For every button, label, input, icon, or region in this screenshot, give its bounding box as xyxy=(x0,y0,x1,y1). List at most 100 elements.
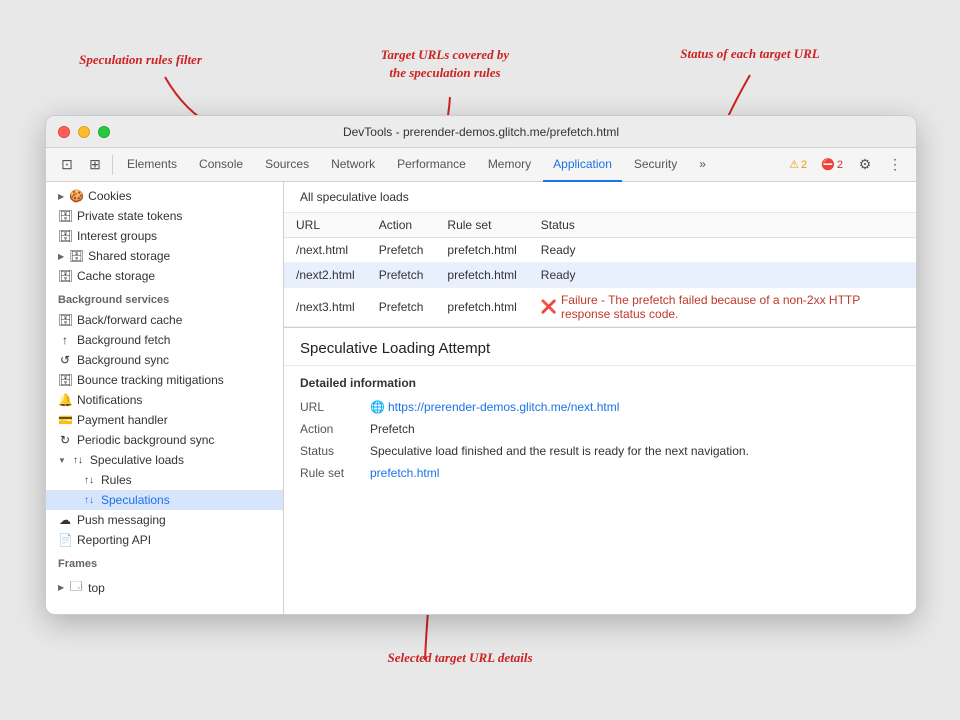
sidebar-label-interest-groups: Interest groups xyxy=(77,229,157,243)
tab-performance[interactable]: Performance xyxy=(387,148,476,182)
sidebar-item-frames-top[interactable]: ▶ 🗔 top xyxy=(46,574,283,601)
toolbar-separator xyxy=(112,155,113,175)
cell-action: Prefetch xyxy=(367,263,436,288)
sidebar-label-top: top xyxy=(88,581,105,595)
tab-console[interactable]: Console xyxy=(189,148,253,182)
speculations-icon: ↑↓ xyxy=(82,495,96,506)
settings-button[interactable]: ⚙ xyxy=(852,152,878,178)
sidebar-label-cache-storage: Cache storage xyxy=(77,269,155,283)
tab-memory[interactable]: Memory xyxy=(478,148,541,182)
all-speculative-loads-header: All speculative loads xyxy=(284,182,916,213)
sidebar-item-background-sync[interactable]: ↺ Background sync xyxy=(46,350,283,370)
cell-status: Ready xyxy=(529,238,916,263)
sidebar-item-back-forward-cache[interactable]: 🗄 Back/forward cache xyxy=(46,310,283,330)
sidebar-item-shared-storage[interactable]: ▶ 🗄 Shared storage xyxy=(46,246,283,266)
inspect-element-button[interactable]: ⊡ xyxy=(54,152,80,178)
cell-action: Prefetch xyxy=(367,238,436,263)
tab-security[interactable]: Security xyxy=(624,148,687,182)
expand-icon2: ▶ xyxy=(58,252,64,261)
sidebar-label-cookies: Cookies xyxy=(88,189,131,203)
detail-row-value: Speculative load finished and the result… xyxy=(370,444,900,458)
devtools-toolbar: ⊡ ⊞ Elements Console Sources Network Per… xyxy=(46,148,916,182)
detail-row: ActionPrefetch xyxy=(284,418,916,440)
sidebar-label-reporting: Reporting API xyxy=(77,533,151,547)
sidebar-item-bounce-tracking[interactable]: 🗄 Bounce tracking mitigations xyxy=(46,370,283,390)
speculative-loads-table: URL Action Rule set Status /next.htmlPre… xyxy=(284,213,916,327)
storage-icon: 🗄 xyxy=(58,209,72,223)
sidebar-item-push-messaging[interactable]: ☁ Push messaging xyxy=(46,510,283,530)
detail-row: StatusSpeculative load finished and the … xyxy=(284,440,916,462)
detail-title: Speculative Loading Attempt xyxy=(284,328,916,366)
more-tabs-button[interactable]: » xyxy=(689,148,716,182)
toolbar-right: ⚠ 2 ⛔ 2 ⚙ ⋮ xyxy=(784,152,908,178)
devtools-body: ▶ 🍪 Cookies 🗄 Private state tokens 🗄 Int… xyxy=(46,182,916,615)
warning-icon: ⚠ xyxy=(789,158,799,171)
sidebar-item-notifications[interactable]: 🔔 Notifications xyxy=(46,390,283,410)
cell-url: /next.html xyxy=(284,238,367,263)
error-count: 2 xyxy=(837,159,843,171)
tab-elements[interactable]: Elements xyxy=(117,148,187,182)
table-row[interactable]: /next2.htmlPrefetchprefetch.htmlReady xyxy=(284,263,916,288)
spec-loads-icon: ↑↓ xyxy=(71,455,85,466)
sidebar-item-speculative-loads[interactable]: ▼ ↑↓ Speculative loads xyxy=(46,450,283,470)
table-row[interactable]: /next.htmlPrefetchprefetch.htmlReady xyxy=(284,238,916,263)
sidebar-label-rules: Rules xyxy=(101,473,132,487)
push-icon: ☁ xyxy=(58,513,72,527)
col-ruleset: Rule set xyxy=(435,213,528,238)
notif-icon: 🔔 xyxy=(58,393,72,407)
sidebar-item-private-state-tokens[interactable]: 🗄 Private state tokens xyxy=(46,206,283,226)
sidebar-label-speculations: Speculations xyxy=(101,493,170,507)
error-badge[interactable]: ⛔ 2 xyxy=(816,157,848,172)
table-row[interactable]: /next3.htmlPrefetchprefetch.html❌Failure… xyxy=(284,288,916,327)
expand-icon4: ▶ xyxy=(58,583,64,592)
tab-network[interactable]: Network xyxy=(321,148,385,182)
error-icon: ⛔ xyxy=(821,158,835,171)
sidebar-item-cookies[interactable]: ▶ 🍪 Cookies xyxy=(46,186,283,206)
close-button[interactable] xyxy=(58,126,70,138)
device-toolbar-button[interactable]: ⊞ xyxy=(82,152,108,178)
sidebar-label-push: Push messaging xyxy=(77,513,166,527)
detail-panel: Speculative Loading Attempt Detailed inf… xyxy=(284,327,916,484)
sidebar-item-speculations[interactable]: ↑↓ Speculations xyxy=(46,490,283,510)
warning-badge[interactable]: ⚠ 2 xyxy=(784,157,812,172)
table-header-row: URL Action Rule set Status xyxy=(284,213,916,238)
storage-icon3: 🗄 xyxy=(69,249,83,263)
col-url: URL xyxy=(284,213,367,238)
annotation-status: Status of each target URL xyxy=(645,46,855,62)
cache-icon: 🗄 xyxy=(58,269,72,283)
maximize-button[interactable] xyxy=(98,126,110,138)
bounce-icon: 🗄 xyxy=(58,373,72,387)
sidebar-item-reporting-api[interactable]: 📄 Reporting API xyxy=(46,530,283,550)
sidebar-label-spec-loads: Speculative loads xyxy=(90,453,184,467)
more-options-button[interactable]: ⋮ xyxy=(882,152,908,178)
bg-services-section: Background services xyxy=(46,286,283,310)
sidebar-label-payment: Payment handler xyxy=(77,413,168,427)
tab-application[interactable]: Application xyxy=(543,148,622,182)
sidebar-item-cache-storage[interactable]: 🗄 Cache storage xyxy=(46,266,283,286)
annotation-target-urls: Target URLs covered bythe speculation ru… xyxy=(345,46,545,82)
cell-ruleset: prefetch.html xyxy=(435,263,528,288)
periodic-sync-icon: ↻ xyxy=(58,433,72,447)
main-panel: All speculative loads URL Action Rule se… xyxy=(284,182,916,615)
cell-status: ❌Failure - The prefetch failed because o… xyxy=(529,288,916,327)
reporting-icon: 📄 xyxy=(58,533,72,547)
detail-row-label: Action xyxy=(300,422,370,436)
cookies-icon: 🍪 xyxy=(69,189,83,203)
detail-link[interactable]: https://prerender-demos.glitch.me/next.h… xyxy=(388,400,619,414)
detail-link[interactable]: prefetch.html xyxy=(370,466,439,480)
detail-row-value[interactable]: 🌐https://prerender-demos.glitch.me/next.… xyxy=(370,400,900,414)
expand-icon: ▶ xyxy=(58,192,64,201)
sidebar-item-payment-handler[interactable]: 💳 Payment handler xyxy=(46,410,283,430)
sidebar-item-periodic-bg-sync[interactable]: ↻ Periodic background sync xyxy=(46,430,283,450)
detail-row-value[interactable]: prefetch.html xyxy=(370,466,900,480)
tab-sources[interactable]: Sources xyxy=(255,148,319,182)
bf-cache-icon: 🗄 xyxy=(58,313,72,327)
sidebar-item-rules[interactable]: ↑↓ Rules xyxy=(46,470,283,490)
minimize-button[interactable] xyxy=(78,126,90,138)
sidebar-item-interest-groups[interactable]: 🗄 Interest groups xyxy=(46,226,283,246)
sidebar-item-background-fetch[interactable]: ↑ Background fetch xyxy=(46,330,283,350)
frame-icon: 🗔 xyxy=(69,577,83,598)
sidebar-label-notifications: Notifications xyxy=(77,393,142,407)
payment-icon: 💳 xyxy=(58,413,72,427)
cell-ruleset: prefetch.html xyxy=(435,288,528,327)
